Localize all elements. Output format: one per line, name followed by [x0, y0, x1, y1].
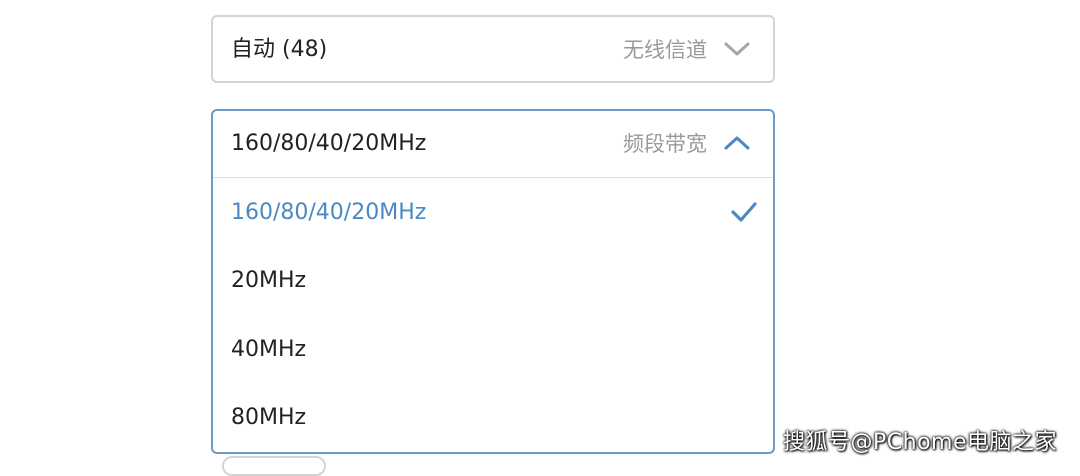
partial-button[interactable] — [222, 456, 326, 476]
watermark-text: 搜狐号@PChome电脑之家 — [783, 430, 1057, 455]
wireless-channel-select[interactable]: 自动 (48) 无线信道 — [211, 15, 775, 83]
bandwidth-option-40[interactable]: 40MHz — [213, 316, 773, 384]
option-label: 40MHz — [231, 337, 307, 362]
chevron-up-icon[interactable] — [723, 133, 751, 153]
bandwidth-hint: 频段带宽 — [623, 132, 707, 156]
bandwidth-select[interactable]: 160/80/40/20MHz 频段带宽 160/80/40/20MHz 20M… — [211, 109, 775, 454]
checkmark-icon — [731, 202, 757, 222]
wireless-channel-value: 自动 (48) — [231, 37, 328, 62]
bandwidth-header[interactable]: 160/80/40/20MHz 频段带宽 — [213, 111, 773, 178]
chevron-down-icon[interactable] — [723, 39, 751, 59]
bandwidth-option-160-80-40-20[interactable]: 160/80/40/20MHz — [213, 179, 773, 247]
wireless-channel-hint: 无线信道 — [623, 38, 707, 62]
option-label: 20MHz — [231, 268, 307, 293]
bandwidth-option-80[interactable]: 80MHz — [213, 384, 773, 452]
option-label: 80MHz — [231, 405, 307, 430]
option-label: 160/80/40/20MHz — [231, 200, 427, 225]
wireless-channel-header[interactable]: 自动 (48) 无线信道 — [213, 17, 773, 83]
bandwidth-option-20[interactable]: 20MHz — [213, 247, 773, 315]
bandwidth-value: 160/80/40/20MHz — [231, 131, 427, 156]
